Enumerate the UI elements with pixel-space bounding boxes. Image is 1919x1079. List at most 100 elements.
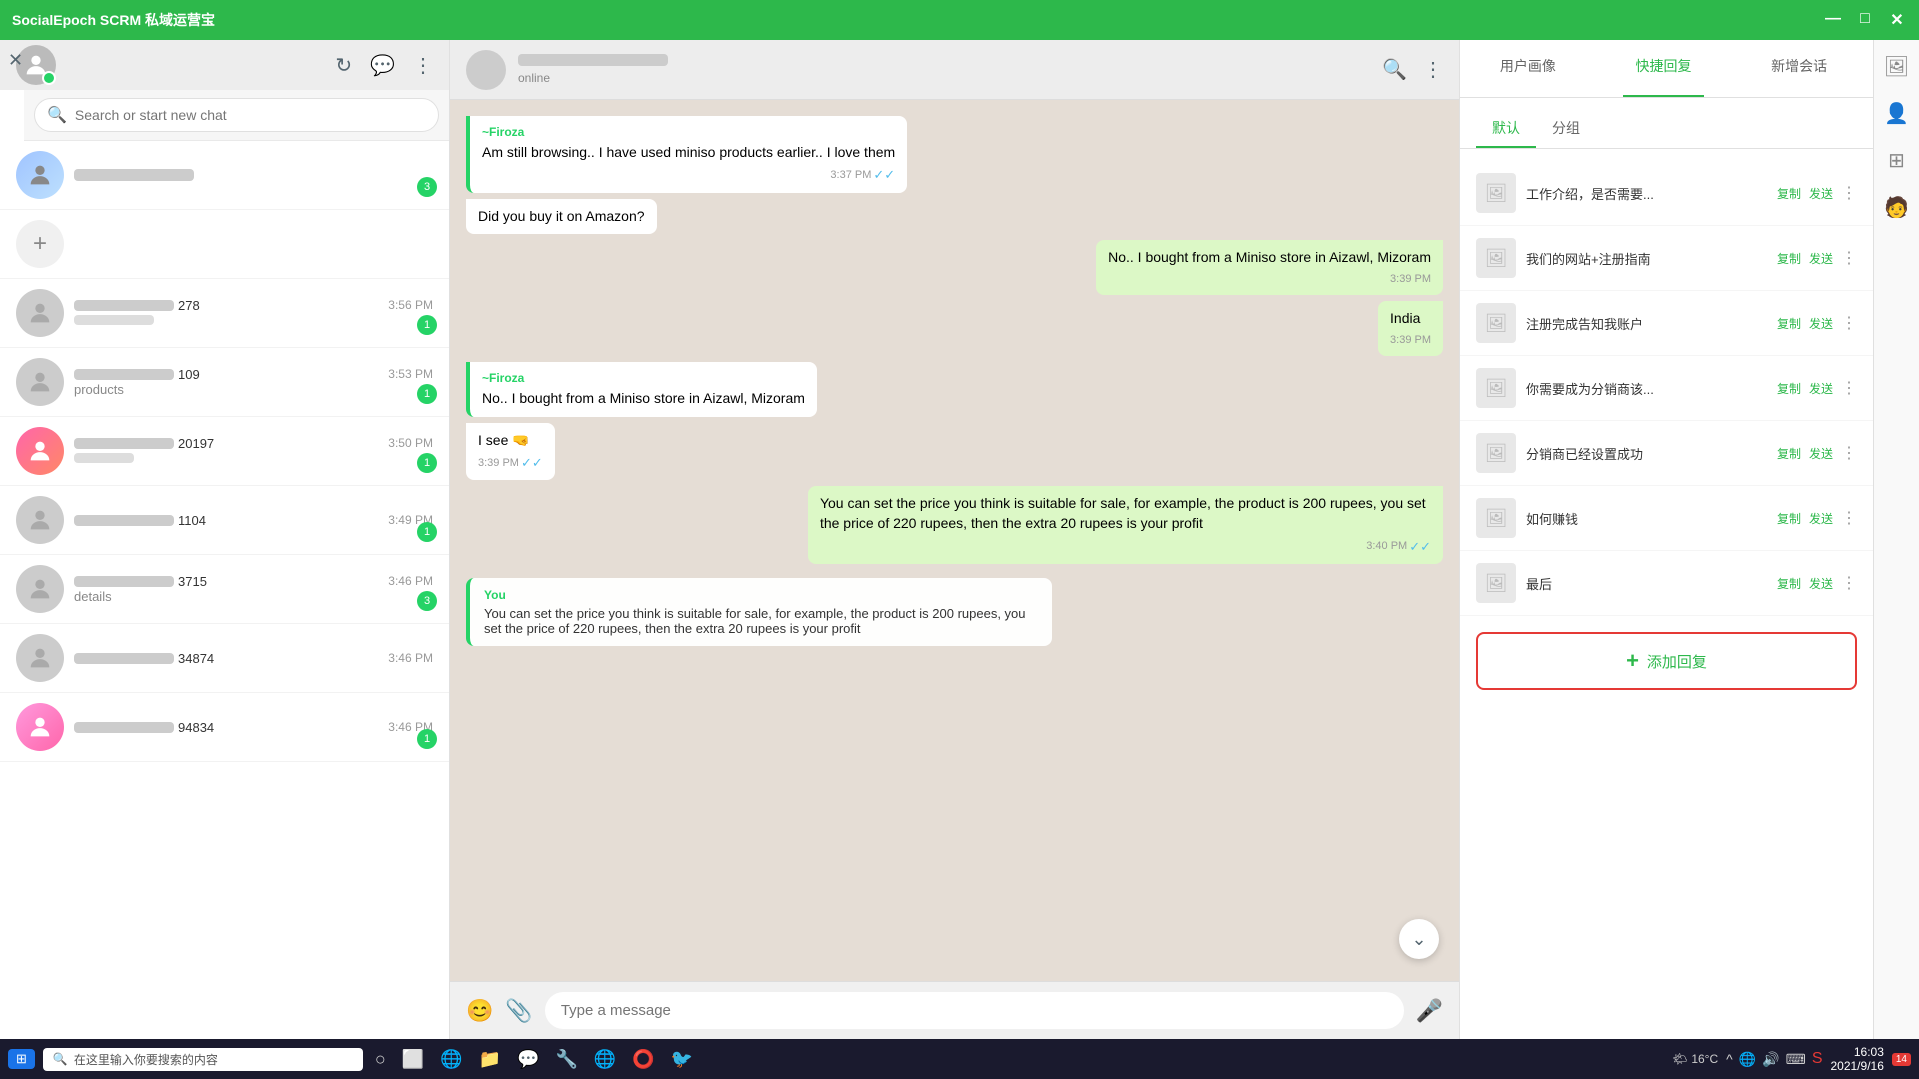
search-chat-icon[interactable]: 🔍 xyxy=(1382,57,1407,82)
chat-time-5: 3:46 PM xyxy=(388,574,433,589)
minimize-button[interactable]: — xyxy=(1823,10,1843,30)
qr-item-6: 🖼 如何赚钱 复制 发送 ⋮ xyxy=(1460,486,1873,551)
chat-item-4[interactable]: 1104 3:49 PM 1 xyxy=(0,486,449,555)
sidebar-action-icons: ↻ 💬 ⋮ xyxy=(335,53,433,78)
copy-btn-7[interactable]: 复制 xyxy=(1777,575,1801,592)
grid-icon[interactable]: ⊞ xyxy=(1888,148,1905,173)
message-input[interactable] xyxy=(545,992,1404,1029)
chrome-icon[interactable]: ⭕ xyxy=(628,1045,658,1074)
qr-more-6[interactable]: ⋮ xyxy=(1841,508,1857,528)
chat-item-6[interactable]: 34874 3:46 PM xyxy=(0,624,449,693)
chat-icon[interactable]: 💬 xyxy=(370,53,395,78)
app-icon-1[interactable]: 🔧 xyxy=(551,1045,581,1074)
qr-actions-3: 复制 发送 ⋮ xyxy=(1777,313,1857,333)
send-btn-1[interactable]: 发送 xyxy=(1809,185,1833,202)
expand-tray-icon[interactable]: ^ xyxy=(1726,1051,1733,1067)
qr-more-5[interactable]: ⋮ xyxy=(1841,443,1857,463)
close-x-icon[interactable]: ✕ xyxy=(8,50,23,71)
chat-item-1[interactable]: 278 3:56 PM 1 xyxy=(0,279,449,348)
sidebar-header: ↻ 💬 ⋮ xyxy=(0,40,449,90)
qr-more-1[interactable]: ⋮ xyxy=(1841,183,1857,203)
message-6: I see 🤜 3:39 PM ✓✓ xyxy=(466,423,555,481)
subtab-group[interactable]: 分组 xyxy=(1536,110,1596,148)
send-btn-7[interactable]: 发送 xyxy=(1809,575,1833,592)
person-circle-icon[interactable]: 👤 xyxy=(1884,101,1909,126)
refresh-icon[interactable]: ↻ xyxy=(335,53,352,78)
chat-list: 3 + 278 3:56 PM xyxy=(0,141,449,1039)
subtab-default[interactable]: 默认 xyxy=(1476,110,1536,148)
search-input-wrap[interactable]: 🔍 xyxy=(34,98,439,132)
edge-icon[interactable]: 🌐 xyxy=(436,1045,466,1074)
copy-btn-3[interactable]: 复制 xyxy=(1777,315,1801,332)
chat-item-top[interactable]: 3 xyxy=(0,141,449,210)
contact-status: online xyxy=(518,71,1370,85)
tab-quick-reply[interactable]: 快捷回复 xyxy=(1596,40,1732,97)
copy-btn-2[interactable]: 复制 xyxy=(1777,250,1801,267)
add-contact-button[interactable]: + xyxy=(16,220,64,268)
msg-time-3: 3:39 PM xyxy=(1108,272,1431,287)
qr-item-3: 🖼 注册完成告知我账户 复制 发送 ⋮ xyxy=(1460,291,1873,356)
send-btn-5[interactable]: 发送 xyxy=(1809,445,1833,462)
qr-more-3[interactable]: ⋮ xyxy=(1841,313,1857,333)
chat-item-5[interactable]: 3715 3:46 PM details 3 xyxy=(0,555,449,624)
qr-more-4[interactable]: ⋮ xyxy=(1841,378,1857,398)
maximize-button[interactable]: □ xyxy=(1855,10,1875,30)
chat-info-4: 1104 3:49 PM xyxy=(74,513,433,528)
checkmark-7: ✓✓ xyxy=(1409,538,1431,556)
clock: 16:03 2021/9/16 xyxy=(1830,1045,1883,1073)
send-btn-4[interactable]: 发送 xyxy=(1809,380,1833,397)
copy-btn-5[interactable]: 复制 xyxy=(1777,445,1801,462)
more-chat-icon[interactable]: ⋮ xyxy=(1423,57,1443,82)
copy-btn-6[interactable]: 复制 xyxy=(1777,510,1801,527)
mic-icon[interactable]: 🎤 xyxy=(1416,998,1443,1024)
chat-info-1: 278 3:56 PM xyxy=(74,298,433,328)
tab-user-portrait[interactable]: 用户画像 xyxy=(1460,40,1596,97)
wechat-icon[interactable]: 💬 xyxy=(513,1045,543,1074)
attachment-icon[interactable]: 📎 xyxy=(505,998,532,1024)
volume-icon[interactable]: 🔊 xyxy=(1762,1051,1779,1068)
chat-item-2[interactable]: 109 3:53 PM products 1 xyxy=(0,348,449,417)
taskbar-search-icon: 🔍 xyxy=(53,1052,68,1066)
msg-time-6: 3:39 PM ✓✓ xyxy=(478,454,543,472)
emoji-icon[interactable]: 😊 xyxy=(466,998,493,1024)
qr-more-7[interactable]: ⋮ xyxy=(1841,573,1857,593)
folder-icon[interactable]: 📁 xyxy=(475,1045,505,1074)
cortana-icon[interactable]: ○ xyxy=(371,1045,390,1074)
online-badge xyxy=(42,71,56,85)
chat-avatar-4 xyxy=(16,496,64,544)
message-3: No.. I bought from a Miniso store in Aiz… xyxy=(1096,240,1443,295)
notification-badge[interactable]: 14 xyxy=(1892,1053,1911,1066)
copy-btn-4[interactable]: 复制 xyxy=(1777,380,1801,397)
network-icon[interactable]: 🌐 xyxy=(1739,1051,1756,1068)
qr-more-2[interactable]: ⋮ xyxy=(1841,248,1857,268)
scrm-tray-icon[interactable]: S xyxy=(1812,1050,1823,1068)
qr-actions-5: 复制 发送 ⋮ xyxy=(1777,443,1857,463)
qr-text-4: 你需要成为分销商该... xyxy=(1526,379,1767,398)
taskbar-search[interactable]: 🔍 在这里输入你要搜索的内容 xyxy=(43,1048,363,1071)
browser-icon[interactable]: 🌐 xyxy=(590,1045,620,1074)
send-btn-6[interactable]: 发送 xyxy=(1809,510,1833,527)
chat-item-7[interactable]: 94834 3:46 PM 1 xyxy=(0,693,449,762)
close-button[interactable]: ✕ xyxy=(1887,10,1907,30)
quick-replies-list: 🖼 工作介绍，是否需要... 复制 发送 ⋮ 🖼 我们的网站+注册指南 复制 发… xyxy=(1460,149,1873,1039)
add-contact-row[interactable]: + xyxy=(0,210,449,279)
chat-name-row-1: 278 3:56 PM xyxy=(74,298,433,313)
send-btn-3[interactable]: 发送 xyxy=(1809,315,1833,332)
copy-btn-1[interactable]: 复制 xyxy=(1777,185,1801,202)
more-icon[interactable]: ⋮ xyxy=(413,53,433,78)
message-4: India 3:39 PM xyxy=(1378,301,1443,356)
chat-info-5: 3715 3:46 PM details xyxy=(74,574,433,604)
keyboard-icon[interactable]: ⌨ xyxy=(1786,1051,1806,1068)
scroll-down-button[interactable]: ⌄ xyxy=(1399,919,1439,959)
add-reply-button[interactable]: + 添加回复 xyxy=(1476,632,1857,690)
task-view-icon[interactable]: ⬜ xyxy=(398,1045,428,1074)
unread-badge: 3 xyxy=(417,177,437,197)
img-edit-icon[interactable]: 🖼 xyxy=(1884,54,1909,79)
chat-item-3[interactable]: 20197 3:50 PM 1 xyxy=(0,417,449,486)
search-input[interactable] xyxy=(75,107,426,123)
tab-new-chat[interactable]: 新增会话 xyxy=(1731,40,1867,97)
person-icon[interactable]: 🧑 xyxy=(1884,195,1909,220)
app-icon-2[interactable]: 🐦 xyxy=(667,1045,697,1074)
send-btn-2[interactable]: 发送 xyxy=(1809,250,1833,267)
start-button[interactable]: ⊞ xyxy=(8,1049,35,1069)
